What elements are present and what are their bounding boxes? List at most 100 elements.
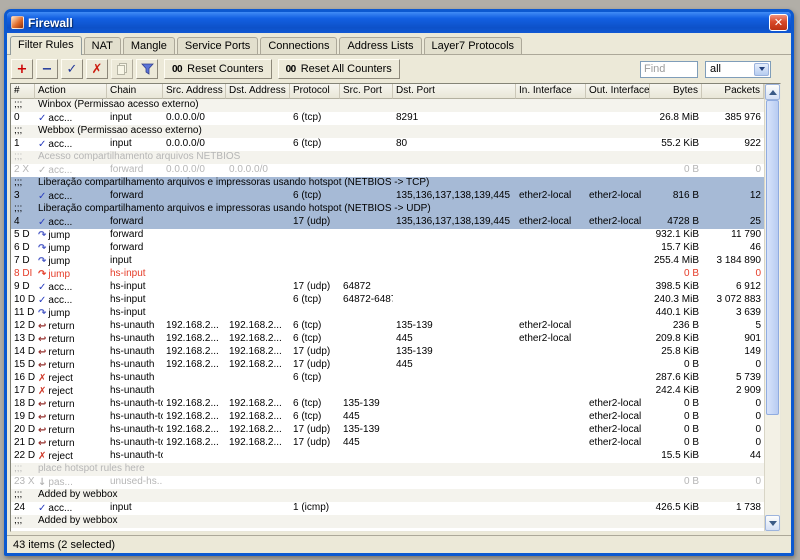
rule-row[interactable]: 16 D ✗ reject hs-unauth 6 (tcp) 287.6 KiB 5 73… — [11, 372, 764, 385]
remove-button[interactable]: − — [36, 59, 58, 79]
counters-icon: 00 — [285, 63, 297, 75]
rule-row[interactable]: 19 D ↩ return hs-unauth-to 192.168.2... 192.1… — [11, 411, 764, 424]
tab-filter-rules[interactable]: Filter Rules — [10, 36, 82, 55]
add-button[interactable]: + — [11, 59, 33, 79]
rule-row[interactable]: 22 D ✗ reject hs-unauth-to 15.5 KiB 44 — [11, 450, 764, 463]
column-header-proto[interactable]: Protocol — [290, 84, 340, 99]
tab-mangle[interactable]: Mangle — [122, 37, 175, 54]
cell-packets: 0 — [755, 268, 761, 279]
column-header-num[interactable]: # — [11, 84, 35, 99]
cell-out-interface — [586, 476, 650, 489]
rule-row[interactable]: 21 D ↩ return hs-unauth-to 192.168.2... 192.1… — [11, 437, 764, 450]
comment-row[interactable]: ;;; Liberação compartilhamento arquivos e… — [11, 177, 764, 190]
rule-row[interactable]: 13 D ↩ return hs-unauth 192.168.2... 192.168.… — [11, 333, 764, 346]
column-header-packets[interactable]: Packets — [702, 84, 764, 99]
vertical-scrollbar[interactable] — [764, 84, 780, 531]
rule-row[interactable]: 24 ✓ acc... input 1 (icmp) 426.5 KiB 1 738 — [11, 502, 764, 515]
column-header-action[interactable]: Action — [35, 84, 107, 99]
cell-src-port — [340, 476, 393, 489]
action-label: return — [48, 333, 75, 345]
tab-nat[interactable]: NAT — [83, 37, 121, 54]
rule-row[interactable]: 23 X ↓ pas... unused-hs... 0 B0 — [11, 476, 764, 489]
column-header-src[interactable]: Src. Address — [163, 84, 226, 99]
column-header-dst[interactable]: Dst. Address — [226, 84, 290, 99]
scrollbar-thumb[interactable] — [766, 100, 779, 416]
comment-row[interactable]: ;;; Webbox (Permissao acesso externo) — [11, 125, 764, 138]
cell-packets: 46 — [749, 242, 761, 253]
rule-row[interactable]: 2 X ✓ acc... forward 0.0.0.0/0 0.0.0.0/0 0 B0 — [11, 164, 764, 177]
filter-button[interactable] — [136, 59, 158, 79]
scrollbar-track[interactable] — [765, 100, 780, 515]
cell-action: ↷ jump — [35, 268, 107, 281]
cell-packets: 11 790 — [731, 229, 761, 240]
tab-service-ports[interactable]: Service Ports — [176, 37, 259, 54]
comment-row[interactable]: ;;; Added by webbox — [11, 515, 764, 528]
cell-dst-address — [226, 190, 290, 203]
rule-row[interactable]: 20 D ↩ return hs-unauth-to 192.168.2... 192.1… — [11, 424, 764, 437]
reset-all-counters-button[interactable]: 00 Reset All Counters — [277, 59, 400, 79]
column-header-chain[interactable]: Chain — [107, 84, 163, 99]
rule-row[interactable]: 0 ✓ acc... input 0.0.0.0/0 6 (tcp) 8291 26.8 Mi… — [11, 112, 764, 125]
column-header-outif[interactable]: Out. Interface — [586, 84, 650, 99]
chevron-down-icon[interactable] — [754, 62, 769, 76]
cell-in-interface — [516, 476, 586, 489]
rule-row[interactable]: 18 D ↩ return hs-unauth-to 192.168.2... 192.1… — [11, 398, 764, 411]
rule-row[interactable]: 15 D ↩ return hs-unauth 192.168.2... 192.168.… — [11, 359, 764, 372]
rule-row[interactable]: 11 D ↷ jump hs-input 440.1 KiB 3 639 — [11, 307, 764, 320]
column-header-inif[interactable]: In. Interface — [516, 84, 586, 99]
cell-action: ✓ acc... — [35, 112, 107, 125]
disable-button[interactable]: ✗ — [86, 59, 108, 79]
comment-row[interactable]: ;;; Liberação compartilhamento arquivos e… — [11, 203, 764, 216]
tab-connections[interactable]: Connections — [260, 37, 338, 54]
cell-packets: 44 — [749, 450, 761, 461]
rule-row[interactable]: 12 D ↩ return hs-unauth 192.168.2... 192.168.… — [11, 320, 764, 333]
rule-row[interactable]: 1 ✓ acc... input 0.0.0.0/0 6 (tcp) 80 55.2 KiB 9… — [11, 138, 764, 151]
reset-counters-button[interactable]: 00 Reset Counters — [164, 59, 272, 79]
cell-protocol: 6 (tcp) — [293, 398, 322, 409]
rule-row[interactable]: 10 D✓acc...hs-input6 (tcp)64872-64875240… — [11, 294, 764, 307]
rule-row[interactable]: 8 DI ↷ jump hs-input 0 B0 — [11, 268, 764, 281]
cell-chain: input — [110, 112, 132, 123]
rule-row[interactable]: 5 D ↷ jump forward 932.1 KiB 11 790 — [11, 229, 764, 242]
tab-address-lists[interactable]: Address Lists — [339, 37, 422, 54]
rule-row[interactable]: 4 ✓ acc... forward 17 (udp) 135,136,137,138,1… — [11, 216, 764, 229]
scroll-down-button[interactable] — [765, 515, 780, 531]
cell-bytes: 0 B — [683, 359, 699, 370]
cell-packets: 922 — [744, 138, 761, 149]
cell-protocol — [290, 307, 340, 320]
cell-in-interface — [516, 398, 586, 411]
close-button[interactable]: ✕ — [769, 14, 788, 31]
cell-dst-address — [226, 294, 290, 307]
comment-row[interactable]: ;;; Added by webbox — [11, 489, 764, 502]
find-input[interactable] — [640, 60, 698, 78]
rule-row[interactable]: 14 D ↩ return hs-unauth 192.168.2... 192.168.… — [11, 346, 764, 359]
cell-bytes: 398.5 KiB — [655, 281, 699, 292]
status-bar: 43 items (2 selected) — [7, 535, 791, 553]
comment-row[interactable]: ;;; Acesso compartilhamento arquivos NETB… — [11, 151, 764, 164]
title-bar[interactable]: Firewall ✕ — [7, 12, 791, 33]
rule-row[interactable]: 17 D ✗ reject hs-unauth 242.4 KiB 2 909 — [11, 385, 764, 398]
comment-row[interactable]: ;;; place hotspot rules here — [11, 463, 764, 476]
tab-layer7-protocols[interactable]: Layer7 Protocols — [423, 37, 523, 54]
cell-protocol — [290, 229, 340, 242]
column-header-dport[interactable]: Dst. Port — [393, 84, 516, 99]
column-header-sport[interactable]: Src. Port — [340, 84, 393, 99]
cell-dst-port — [393, 411, 516, 424]
minus-icon: − — [41, 61, 53, 77]
cell-packets: 5 — [755, 320, 761, 331]
enable-button[interactable]: ✓ — [61, 59, 83, 79]
rule-row[interactable]: 3 ✓ acc... forward 6 (tcp) 135,136,137,138,13… — [11, 190, 764, 203]
cell-src-port: 445 — [343, 411, 360, 422]
cell-dst-address — [226, 385, 290, 398]
column-header-bytes[interactable]: Bytes — [650, 84, 702, 99]
rule-row[interactable]: 6 D ↷ jump forward 15.7 KiB 46 — [11, 242, 764, 255]
cell-dst-port — [393, 398, 516, 411]
rule-row[interactable]: 9 D ✓ acc... hs-input 17 (udp) 64872 398.5 KiB… — [11, 281, 764, 294]
filter-combo[interactable]: all — [705, 60, 771, 78]
rule-row[interactable]: 7 D ↷ jump input 255.4 MiB 3 184 890 — [11, 255, 764, 268]
cell-chain: forward — [110, 190, 144, 201]
action-label: reject — [48, 372, 73, 384]
scroll-up-button[interactable] — [765, 84, 780, 100]
copy-button[interactable] — [111, 59, 133, 79]
comment-row[interactable]: ;;; Winbox (Permissao acesso externo) — [11, 99, 764, 112]
